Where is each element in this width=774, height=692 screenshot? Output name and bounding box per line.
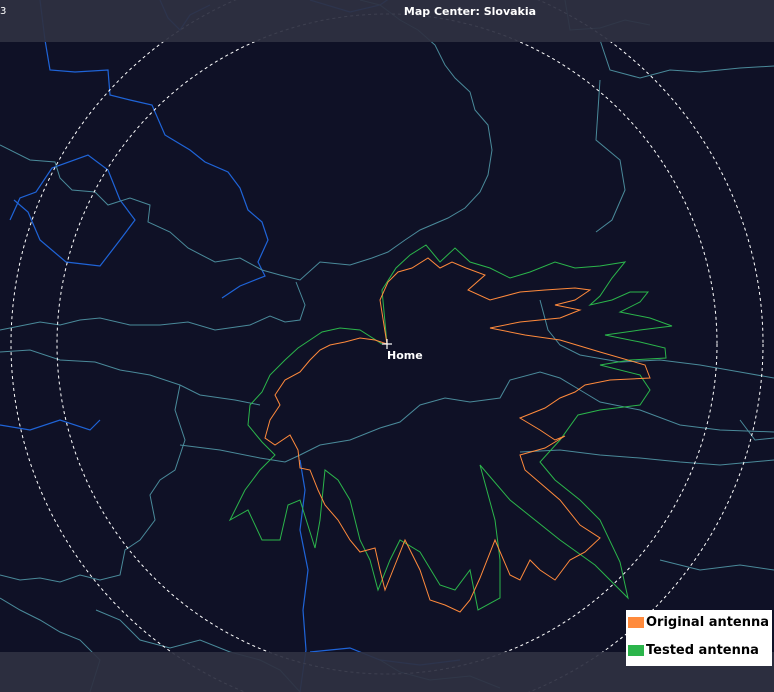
legend-label-tested: Tested antenna bbox=[646, 642, 759, 658]
river-line bbox=[39, 0, 269, 299]
border-line bbox=[0, 349, 261, 406]
original-antenna-coverage bbox=[264, 257, 651, 613]
legend: Original antenna Tested antenna bbox=[626, 610, 772, 666]
border-line bbox=[519, 449, 774, 466]
rivers bbox=[0, 0, 461, 692]
border-line bbox=[599, 39, 774, 79]
border-line bbox=[0, 384, 186, 583]
legend-item-tested: Tested antenna bbox=[628, 641, 759, 659]
crosshair-icon[interactable] bbox=[382, 339, 392, 349]
map-canvas[interactable] bbox=[0, 0, 774, 692]
map-view[interactable]: 3 Map Center: Slovakia Home Original ant… bbox=[0, 0, 774, 692]
legend-swatch-original bbox=[628, 616, 644, 628]
border-line bbox=[0, 0, 493, 281]
border-line bbox=[659, 559, 774, 571]
river-line bbox=[9, 154, 136, 267]
legend-item-original: Original antenna bbox=[628, 613, 769, 631]
tested-antenna-coverage bbox=[228, 244, 673, 611]
border-line bbox=[0, 281, 306, 331]
border-line bbox=[595, 79, 626, 233]
river-line bbox=[0, 419, 101, 431]
legend-label-original: Original antenna bbox=[646, 614, 770, 630]
map-title: Map Center: Slovakia bbox=[403, 5, 537, 18]
legend-swatch-tested bbox=[628, 644, 644, 656]
home-label: Home bbox=[387, 349, 423, 362]
border-line bbox=[739, 419, 774, 441]
map-header-bar: 3 Map Center: Slovakia bbox=[0, 0, 774, 42]
